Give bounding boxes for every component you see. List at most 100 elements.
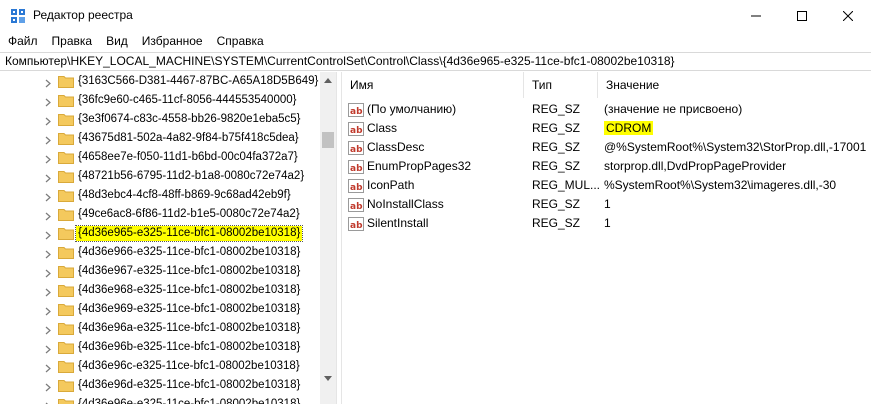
close-icon bbox=[843, 10, 853, 21]
maximize-button[interactable] bbox=[779, 0, 825, 31]
chevron-right-icon[interactable] bbox=[44, 134, 52, 145]
key-tree: {3163C566-D381-4467-87BC-A65A18D5B649} {3… bbox=[0, 72, 336, 404]
menu-file[interactable]: Файл bbox=[0, 31, 45, 51]
value-row[interactable]: ab ClassDesc REG_SZ @%SystemRoot%\System32\… bbox=[342, 138, 871, 157]
chevron-right-icon[interactable] bbox=[44, 362, 52, 373]
value-row[interactable]: ab (По умолчанию) REG_SZ (значение не присв… bbox=[342, 100, 871, 119]
value-row[interactable]: ab NoInstallClass REG_SZ 1 bbox=[342, 195, 871, 214]
value-data: 1 bbox=[604, 216, 611, 230]
tree-item[interactable]: {4d36e968-e325-11ce-bfc1-08002be10318} bbox=[0, 281, 320, 300]
tree-item[interactable]: {4d36e96d-e325-11ce-bfc1-08002be10318} bbox=[0, 376, 320, 395]
chevron-right-icon[interactable] bbox=[44, 115, 52, 126]
tree-item-label: {4658ee7e-f050-11d1-b6bd-00c04fa372a7} bbox=[78, 151, 298, 163]
address-bar[interactable]: Компьютер\HKEY_LOCAL_MACHINE\SYSTEM\Curr… bbox=[0, 52, 871, 71]
value-data: (значение не присвоено) bbox=[604, 102, 743, 116]
chevron-right-icon[interactable] bbox=[44, 381, 52, 392]
scroll-up-button[interactable] bbox=[320, 72, 336, 89]
minimize-icon bbox=[751, 15, 761, 16]
tree-item[interactable]: {43675d81-502a-4a82-9f84-b75f418c5dea} bbox=[0, 129, 320, 148]
column-header-data[interactable]: Значение bbox=[598, 72, 871, 98]
tree-item[interactable]: {4d36e967-e325-11ce-bfc1-08002be10318} bbox=[0, 262, 320, 281]
value-name: Class bbox=[367, 121, 398, 135]
column-header-name[interactable]: Имя bbox=[342, 72, 524, 98]
tree-item[interactable]: {4d36e96e-e325-11ce-bfc1-08002be10318} bbox=[0, 395, 320, 404]
tree-item-label: {48d3ebc4-4cf8-48ff-b869-9c68ad42eb9f} bbox=[78, 189, 291, 201]
svg-text:ab: ab bbox=[350, 164, 363, 174]
chevron-right-icon[interactable] bbox=[44, 172, 52, 183]
scroll-thumb[interactable] bbox=[322, 132, 334, 148]
chevron-right-icon[interactable] bbox=[44, 77, 52, 88]
value-row[interactable]: ab Class REG_SZ CDROM bbox=[342, 119, 871, 138]
chevron-right-icon[interactable] bbox=[44, 267, 52, 278]
value-data: CDROM bbox=[604, 121, 654, 135]
tree-item[interactable]: {4658ee7e-f050-11d1-b6bd-00c04fa372a7} bbox=[0, 148, 320, 167]
tree-item-label: {3e3f0674-c83c-4558-bb26-9820e1eba5c5} bbox=[78, 113, 301, 125]
value-name: (По умолчанию) bbox=[367, 102, 457, 116]
chevron-right-icon[interactable] bbox=[44, 191, 52, 202]
tree-item[interactable]: {4d36e965-e325-11ce-bfc1-08002be10318} bbox=[0, 224, 320, 243]
close-button[interactable] bbox=[825, 0, 871, 31]
window-title: Редактор реестра bbox=[33, 8, 133, 22]
menu-bar: Файл Правка Вид Избранное Справка bbox=[0, 31, 871, 51]
tree-item[interactable]: {3e3f0674-c83c-4558-bb26-9820e1eba5c5} bbox=[0, 110, 320, 129]
chevron-right-icon[interactable] bbox=[44, 229, 52, 240]
tree-item[interactable]: {48d3ebc4-4cf8-48ff-b869-9c68ad42eb9f} bbox=[0, 186, 320, 205]
chevron-right-icon[interactable] bbox=[44, 153, 52, 164]
folder-icon bbox=[58, 321, 74, 335]
chevron-right-icon[interactable] bbox=[44, 305, 52, 316]
menu-view[interactable]: Вид bbox=[99, 31, 135, 51]
minimize-button[interactable] bbox=[733, 0, 779, 31]
tree-item-label: {4d36e96b-e325-11ce-bfc1-08002be10318} bbox=[78, 341, 301, 353]
reg-string-icon: ab bbox=[348, 160, 364, 174]
reg-string-icon: ab bbox=[348, 198, 364, 212]
tree-item[interactable]: {4d36e96c-e325-11ce-bfc1-08002be10318} bbox=[0, 357, 320, 376]
tree-item-label: {4d36e968-e325-11ce-bfc1-08002be10318} bbox=[78, 284, 301, 296]
value-name: SilentInstall bbox=[367, 216, 429, 230]
value-data: %SystemRoot%\System32\imageres.dll,-30 bbox=[604, 178, 837, 192]
menu-edit[interactable]: Правка bbox=[45, 31, 100, 51]
chevron-right-icon[interactable] bbox=[44, 400, 52, 404]
tree-item[interactable]: {48721b56-6795-11d2-b1a8-0080c72e74a2} bbox=[0, 167, 320, 186]
folder-icon bbox=[58, 207, 74, 221]
tree-item[interactable]: {4d36e969-e325-11ce-bfc1-08002be10318} bbox=[0, 300, 320, 319]
chevron-right-icon[interactable] bbox=[44, 96, 52, 107]
tree-item[interactable]: {4d36e96a-e325-11ce-bfc1-08002be10318} bbox=[0, 319, 320, 338]
value-type: REG_SZ bbox=[532, 102, 581, 116]
tree-item[interactable]: {4d36e96b-e325-11ce-bfc1-08002be10318} bbox=[0, 338, 320, 357]
menu-favorites[interactable]: Избранное bbox=[135, 31, 210, 51]
tree-item[interactable]: {49ce6ac8-6f86-11d2-b1e5-0080c72e74a2} bbox=[0, 205, 320, 224]
value-name: EnumPropPages32 bbox=[367, 159, 472, 173]
svg-text:ab: ab bbox=[350, 107, 363, 117]
reg-string-icon: ab bbox=[348, 141, 364, 155]
chevron-right-icon[interactable] bbox=[44, 286, 52, 297]
title-bar: Редактор реестра bbox=[0, 0, 871, 31]
tree-item[interactable]: {3163C566-D381-4467-87BC-A65A18D5B649} bbox=[0, 72, 320, 91]
tree-scrollbar[interactable] bbox=[320, 72, 336, 404]
menu-help[interactable]: Справка bbox=[210, 31, 271, 51]
tree-item-label: {4d36e967-e325-11ce-bfc1-08002be10318} bbox=[78, 265, 301, 277]
folder-icon bbox=[58, 150, 74, 164]
chevron-right-icon[interactable] bbox=[44, 324, 52, 335]
tree-item[interactable]: {4d36e966-e325-11ce-bfc1-08002be10318} bbox=[0, 243, 320, 262]
value-row[interactable]: ab SilentInstall REG_SZ 1 bbox=[342, 214, 871, 233]
tree-item-label: {4d36e965-e325-11ce-bfc1-08002be10318} bbox=[74, 225, 304, 242]
chevron-down-icon bbox=[324, 376, 332, 381]
chevron-right-icon[interactable] bbox=[44, 343, 52, 354]
value-type: REG_SZ bbox=[532, 197, 581, 211]
column-header-type[interactable]: Тип bbox=[524, 72, 598, 98]
folder-icon bbox=[58, 93, 74, 107]
value-row[interactable]: ab IconPath REG_MUL... %SystemRoot%\System3… bbox=[342, 176, 871, 195]
values-list: Имя Тип Значение ab (По умолчанию) REG_SZ (… bbox=[342, 72, 871, 404]
tree-item-label: {4d36e96e-e325-11ce-bfc1-08002be10318} bbox=[78, 398, 301, 404]
chevron-right-icon[interactable] bbox=[44, 248, 52, 259]
value-type: REG_SZ bbox=[532, 140, 581, 154]
tree-item[interactable]: {36fc9e60-c465-11cf-8056-444553540000} bbox=[0, 91, 320, 110]
chevron-right-icon[interactable] bbox=[44, 210, 52, 221]
chevron-up-icon bbox=[324, 78, 332, 83]
maximize-icon bbox=[797, 10, 807, 21]
value-row[interactable]: ab EnumPropPages32 REG_SZ storprop.dll,DvdP… bbox=[342, 157, 871, 176]
folder-icon bbox=[58, 112, 74, 126]
scroll-down-button[interactable] bbox=[320, 370, 336, 387]
reg-string-icon: ab bbox=[348, 103, 364, 117]
folder-icon bbox=[58, 188, 74, 202]
